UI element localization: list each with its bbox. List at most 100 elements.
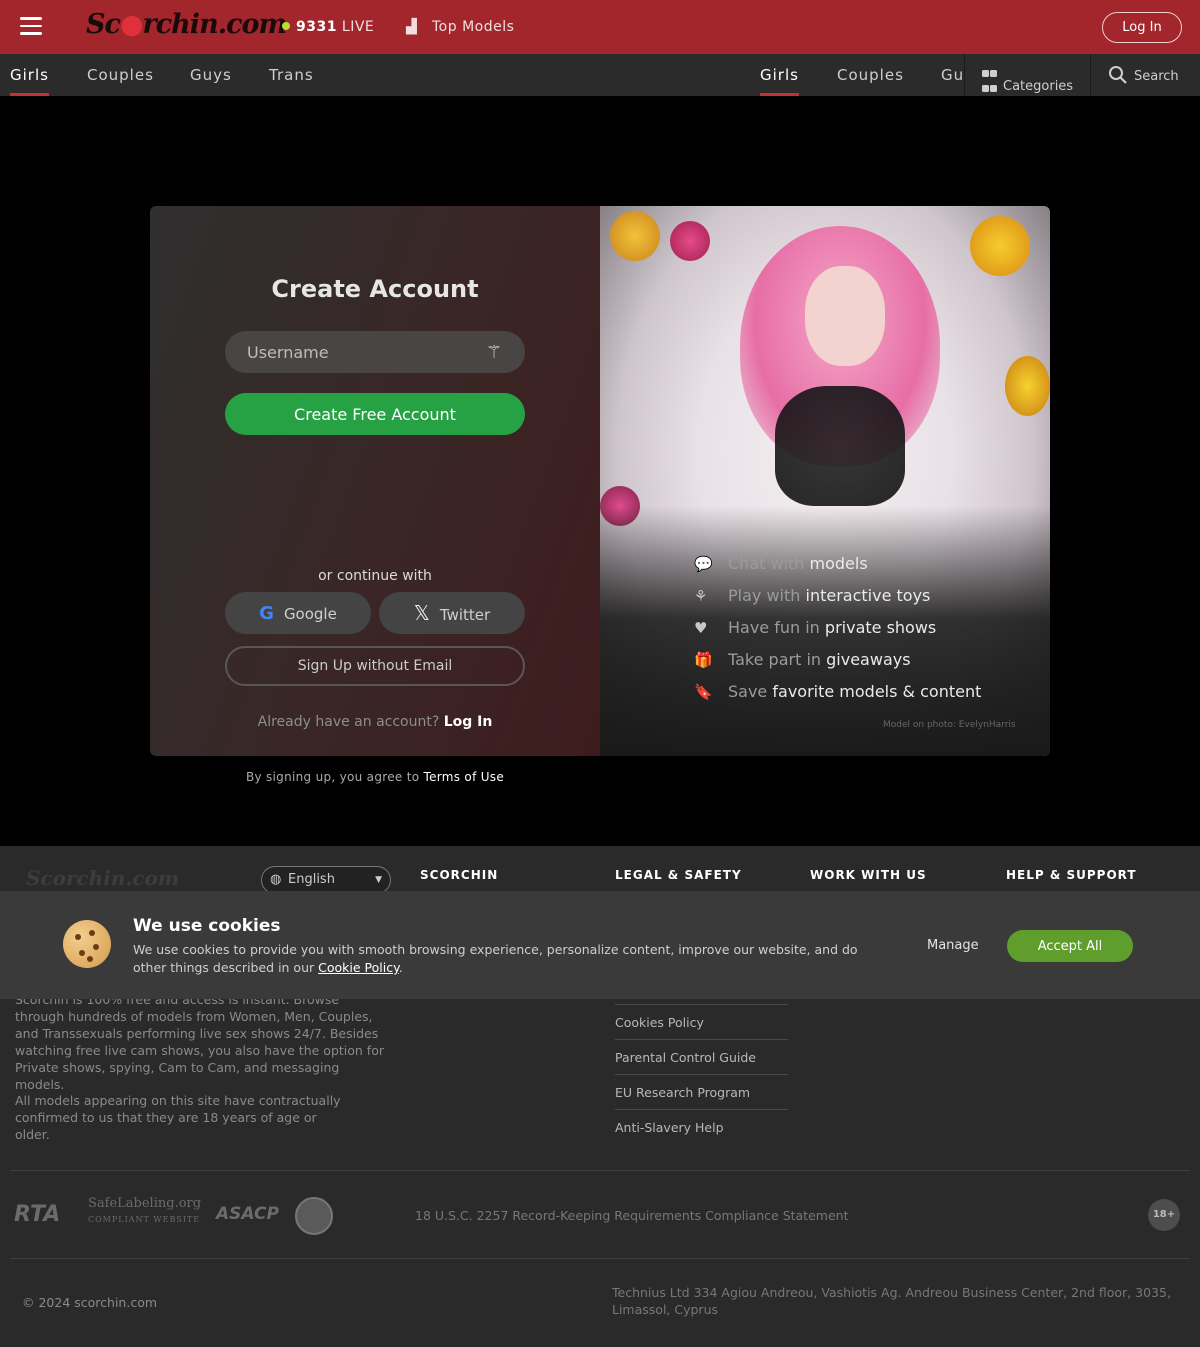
terms-link[interactable]: Terms of Use	[423, 770, 504, 784]
feature-text: Save	[728, 682, 768, 701]
live-dot-icon	[282, 22, 290, 30]
cookie-icon	[63, 920, 111, 968]
top-bar: Sc●rchin.com 9331 LIVE ▟ Top Models Log I…	[0, 0, 1200, 54]
globe-icon: ◍	[270, 872, 282, 887]
google-signup-button[interactable]: G Google	[225, 592, 371, 634]
eu-research-link[interactable]: EU Research Program	[615, 1074, 788, 1100]
feature-highlight: private shows	[824, 618, 937, 637]
usc-2257-link[interactable]: 18 U.S.C. 2257 Record-Keeping Requiremen…	[415, 1208, 848, 1223]
cookie-text: We use cookies to provide you with smoot…	[133, 942, 858, 975]
menu-icon[interactable]	[20, 17, 42, 37]
login-link[interactable]: Log In	[444, 714, 493, 730]
magic-wand-icon[interactable]: ⚚	[486, 342, 502, 363]
feature-toys: ⚘ Play with interactive toys	[694, 586, 930, 605]
nav-divider	[1090, 54, 1091, 96]
chat-icon: 💬	[694, 555, 713, 573]
cookies-policy-link[interactable]: Cookies Policy	[615, 1004, 788, 1030]
x-icon: 𝕏	[413, 601, 430, 625]
language-select[interactable]: ◍ English ▼	[261, 866, 391, 894]
heart-icon: ♥	[694, 619, 708, 637]
footer-heading-scorchin: SCORCHIN	[420, 868, 499, 882]
feature-text: Play with	[728, 586, 801, 605]
live-label: LIVE	[341, 19, 375, 35]
manage-cookies-button[interactable]: Manage	[927, 938, 979, 953]
live-counter[interactable]: 9331 LIVE	[282, 19, 374, 35]
podium-icon: ▟	[406, 19, 418, 35]
flower-decoration	[670, 221, 710, 261]
accept-cookies-button[interactable]: Accept All	[1007, 930, 1133, 962]
feature-giveaways: 🎁 Take part in giveaways	[694, 650, 911, 669]
cookie-description: We use cookies to provide you with smoot…	[133, 942, 858, 975]
site-logo[interactable]: Sc●rchin.com	[86, 9, 287, 40]
nav-trans[interactable]: Trans	[269, 66, 314, 84]
footer-divider	[10, 1258, 1190, 1259]
signup-form-panel: Create Account ⚚ Create Free Account or …	[150, 206, 600, 756]
cookie-banner: We use cookies We use cookies to provide…	[0, 891, 1200, 999]
feature-highlight: interactive toys	[805, 586, 931, 605]
top-models-label: Top Models	[432, 19, 515, 35]
signup-modal: Create Account ⚚ Create Free Account or …	[150, 206, 1050, 756]
footer-heading-help: HELP & SUPPORT	[1006, 868, 1137, 882]
header-login-button[interactable]: Log In	[1102, 12, 1182, 43]
live-count: 9331	[296, 19, 337, 35]
gift-icon: 🎁	[694, 651, 713, 669]
nav-girls-secondary[interactable]: Girls	[760, 66, 799, 96]
chevron-down-icon: ▼	[375, 875, 382, 885]
feature-text: Chat with	[728, 554, 805, 573]
categories-label: Categories	[1003, 79, 1074, 94]
feature-text: Have fun in	[728, 618, 820, 637]
twitter-signup-button[interactable]: 𝕏 Twitter	[379, 592, 525, 634]
have-account-label: Already have an account?	[257, 714, 440, 730]
safelabeling-sub: COMPLIANT WEBSITE	[88, 1215, 201, 1224]
age-badge: 18+	[1148, 1199, 1180, 1231]
rta-badge[interactable]: RTA	[14, 1202, 60, 1227]
flower-decoration	[970, 216, 1030, 276]
asacp-badge[interactable]: ASACP	[216, 1204, 279, 1224]
nav-guys-secondary[interactable]: Gu	[941, 66, 964, 84]
footer-logo[interactable]: Scorchin.com	[26, 866, 179, 890]
feature-highlight: favorite models & content	[772, 682, 982, 701]
have-account-text: Already have an account? Log In	[150, 714, 600, 730]
promo-photo-panel: 💬 Chat with models ⚘ Play with interactive…	[600, 206, 1050, 756]
footer-description: Scorchin is 100% free and access is inst…	[15, 992, 384, 1092]
grid-icon	[982, 67, 998, 92]
photo-credit: Model on photo: EvelynHarris	[883, 720, 1016, 730]
google-label: Google	[283, 604, 337, 623]
feature-text: Take part in	[728, 650, 822, 669]
cookie-policy-link[interactable]: Cookie Policy	[318, 960, 399, 975]
nav-couples[interactable]: Couples	[87, 66, 154, 84]
flower-decoration	[1005, 356, 1050, 416]
model-face	[805, 266, 885, 366]
parental-control-link[interactable]: Parental Control Guide	[615, 1039, 788, 1065]
safelabeling-badge[interactable]: SafeLabeling.org COMPLIANT WEBSITE	[88, 1196, 201, 1226]
categories-button[interactable]: Categories	[982, 67, 1073, 94]
footer-heading-work: WORK WITH US	[810, 868, 927, 882]
top-models-link[interactable]: ▟ Top Models	[406, 19, 514, 35]
twitter-label: Twitter	[439, 606, 491, 624]
language-value: English	[288, 872, 335, 887]
nav-couples-secondary[interactable]: Couples	[837, 66, 904, 84]
terms-text: By signing up, you agree to	[245, 770, 420, 784]
cookie-title: We use cookies	[133, 916, 281, 936]
feature-favorites: 🔖 Save favorite models & content	[694, 682, 981, 701]
signup-without-email-button[interactable]: Sign Up without Email	[225, 646, 525, 686]
anti-slavery-link[interactable]: Anti-Slavery Help	[615, 1109, 788, 1135]
footer-heading-legal: LEGAL & SAFETY	[615, 868, 742, 882]
model-outfit	[775, 386, 905, 506]
create-account-button[interactable]: Create Free Account	[225, 393, 525, 435]
search-icon	[1109, 66, 1127, 84]
bookmark-icon: 🔖	[694, 683, 713, 701]
safelabeling-label: SafeLabeling.org	[88, 1196, 202, 1211]
signup-title: Create Account	[271, 275, 479, 303]
nav-girls[interactable]: Girls	[10, 66, 49, 96]
feature-private: ♥ Have fun in private shows	[694, 618, 936, 637]
toy-icon: ⚘	[694, 587, 708, 605]
username-input[interactable]	[225, 331, 525, 373]
nav-guys[interactable]: Guys	[190, 66, 232, 84]
terms-notice: By signing up, you agree to Terms of Use	[150, 770, 600, 784]
search-button[interactable]: Search	[1108, 65, 1179, 85]
copyright: © 2024 scorchin.com	[22, 1295, 158, 1310]
seal-icon[interactable]	[295, 1197, 333, 1235]
google-icon: G	[259, 602, 274, 624]
footer-age-notice: All models appearing on this site have c…	[15, 1093, 341, 1142]
